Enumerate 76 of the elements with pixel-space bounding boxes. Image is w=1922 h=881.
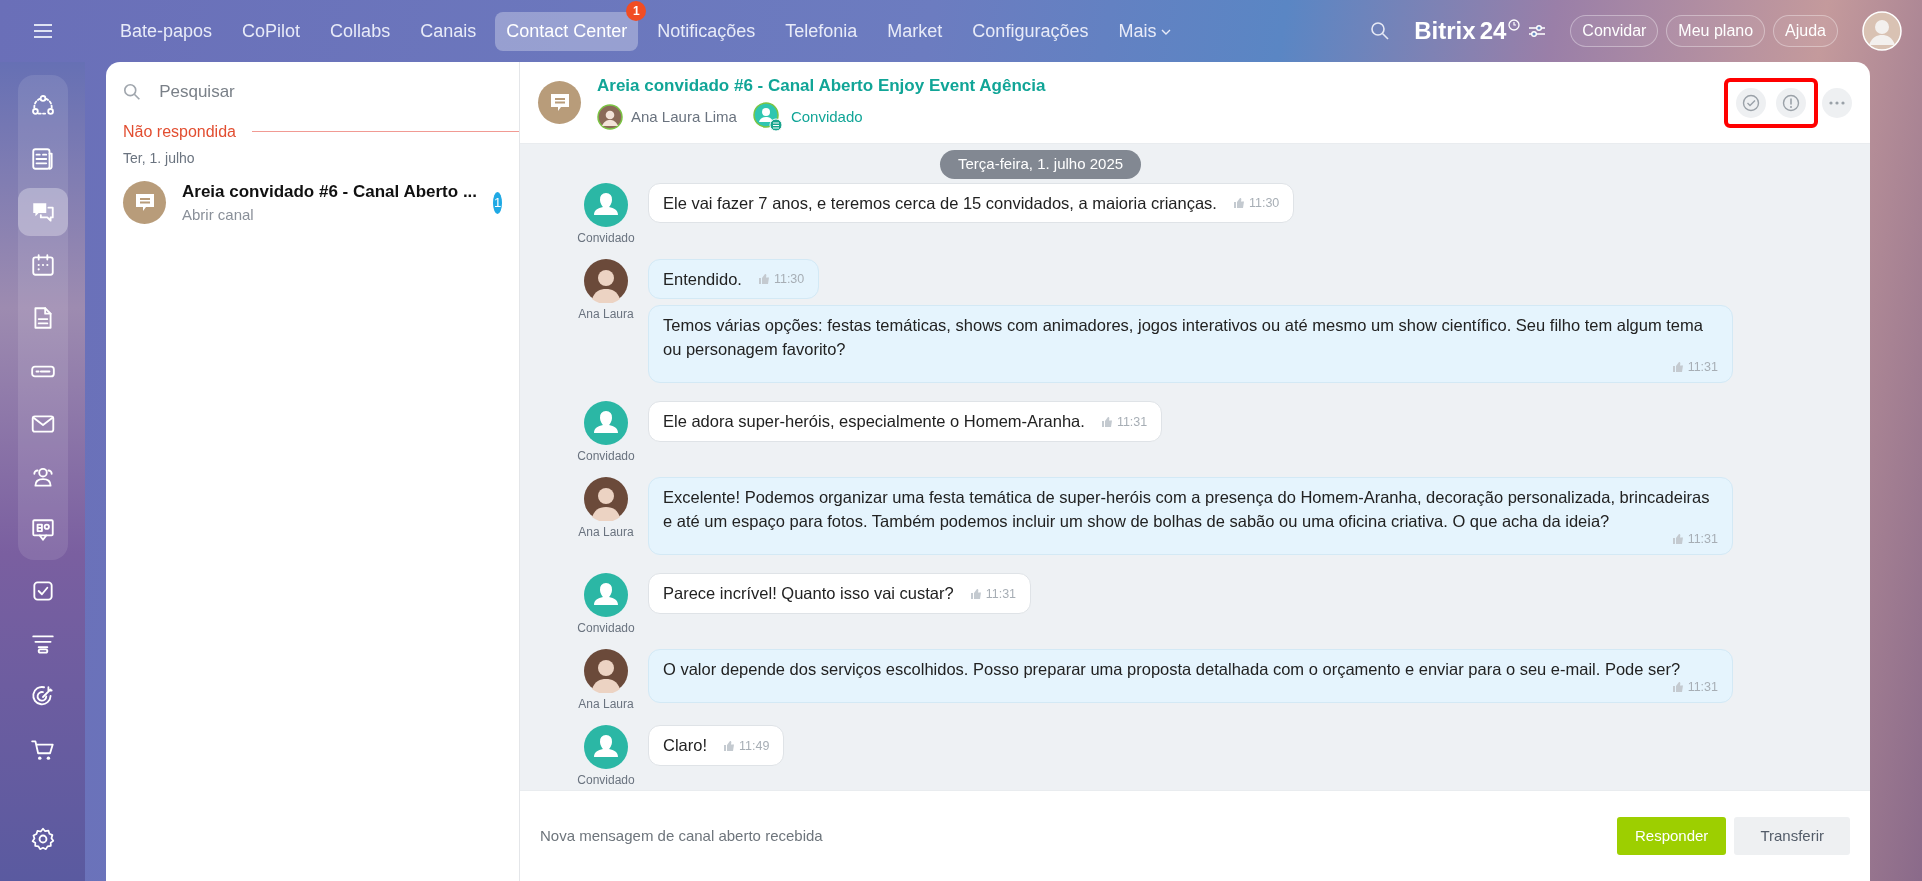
- message-text: Ele adora super-heróis, especialmente o Homem-Aranha.: [663, 411, 1085, 433]
- nav-tab[interactable]: Configurações: [961, 11, 1100, 51]
- message-text: Claro!: [663, 735, 707, 757]
- nav-tab[interactable]: Notificações: [646, 11, 767, 51]
- guest-avatar-icon: [584, 182, 628, 227]
- reply-button[interactable]: Responder: [1617, 816, 1727, 856]
- notification-badge: 1: [626, 0, 647, 21]
- chat-icon[interactable]: [17, 187, 68, 236]
- status-notice: Nova mensagem de canal aberto recebida: [540, 825, 823, 846]
- author-name: Ana Laura: [578, 305, 634, 323]
- unread-badge: 1: [493, 191, 502, 214]
- finish-dialog-icon[interactable]: [1736, 87, 1766, 118]
- settings-icon[interactable]: [1528, 23, 1547, 39]
- warning-icon[interactable]: [1776, 87, 1806, 118]
- guest-avatar-icon: [584, 401, 628, 446]
- search-icon[interactable]: [1370, 21, 1391, 41]
- message-text: O valor depende dos serviços escolhidos. Posso preparar uma proposta detalhada com o orçamento e enviar para o seu e-mail. Pode ser?: [663, 660, 1681, 679]
- clock-icon: [1508, 19, 1521, 31]
- message-text: Entendido.: [663, 268, 742, 290]
- guest-avatar-icon: [584, 725, 628, 770]
- message-text: Parece incrível! Quanto isso vai custar?: [663, 583, 954, 605]
- author-name: Ana Laura: [578, 524, 634, 542]
- message-text: Excelente! Podemos organizar uma festa temática de super-heróis com a presença do Homem-Aranha, decoração personalizada, brincadeiras e até um espaço para fotos. Também podemos incluir um show de bolhas de sabão ou uma oficina criativa. O que acha da ideia?: [663, 488, 1710, 531]
- like-icon[interactable]: [969, 588, 982, 601]
- header-button[interactable]: Convidar: [1570, 15, 1659, 47]
- author-name: Convidado: [577, 620, 635, 638]
- agent-avatar: [584, 649, 628, 694]
- nav-tab[interactable]: Collabs: [319, 11, 402, 51]
- message-time: 11:31: [985, 586, 1017, 603]
- date-pill: Terça-feira, 1. julho 2025: [940, 150, 1142, 179]
- chat-list-item[interactable]: Areia convidado #6 - Canal Aberto ... Abrir canal 1: [106, 172, 519, 233]
- chat-avatar-icon: [123, 181, 166, 224]
- chat-title[interactable]: Areia convidado #6 - Canal Aberto Enjoy Event Agência: [597, 72, 1046, 99]
- like-icon[interactable]: [1232, 197, 1245, 210]
- message-time: 11:31: [1687, 678, 1718, 696]
- nav-tab[interactable]: Bate-papos: [109, 11, 224, 51]
- nav-tab[interactable]: Canais: [409, 11, 488, 51]
- section-heading: Não respondida: [123, 121, 236, 142]
- user-avatar[interactable]: [1862, 11, 1902, 51]
- date-label: Ter, 1. julho: [122, 148, 196, 168]
- operator-avatar: [597, 104, 623, 131]
- message-time: 11:31: [1687, 531, 1718, 548]
- nav-tab[interactable]: Telefonia: [774, 11, 869, 51]
- operator-name: Ana Laura Lima: [631, 107, 737, 127]
- search-icon: [123, 81, 142, 102]
- message-text: Temos várias opções: festas temáticas, shows com animadores, jogos interativos ou até mesmo um show científico. Seu filho tem algum tema ou personagem favorito?: [663, 316, 1703, 359]
- message-time: 11:30: [773, 271, 805, 289]
- nav-tab[interactable]: CoPilot: [231, 11, 312, 51]
- message-time: 11:31: [1116, 414, 1148, 432]
- menu-icon[interactable]: [32, 23, 53, 39]
- more-icon[interactable]: [1822, 87, 1852, 118]
- logo-text: Bitrix: [1414, 16, 1476, 46]
- agent-avatar: [584, 477, 628, 522]
- guest-avatar-icon: [584, 573, 628, 618]
- author-name: Convidado: [577, 772, 635, 790]
- nav-tab[interactable]: Market: [876, 11, 954, 51]
- like-icon[interactable]: [1100, 416, 1113, 429]
- guest-avatar-icon: [752, 102, 783, 133]
- author-name: Ana Laura: [578, 696, 634, 714]
- nav-tab[interactable]: Mais: [1107, 11, 1184, 51]
- chat-preview: Abrir canal: [182, 205, 255, 225]
- transfer-button[interactable]: Transferir: [1734, 816, 1850, 856]
- chat-name: Areia convidado #6 - Canal Aberto ...: [182, 180, 478, 203]
- logo-number: 24: [1479, 16, 1507, 46]
- guest-name[interactable]: Convidado: [790, 106, 863, 129]
- header-button[interactable]: Ajuda: [1773, 15, 1838, 47]
- author-name: Convidado: [577, 229, 635, 247]
- chat-avatar-icon: [538, 81, 581, 124]
- author-name: Convidado: [577, 448, 635, 466]
- header-button[interactable]: Meu plano: [1666, 15, 1766, 47]
- message-time: 11:49: [739, 738, 770, 755]
- agent-avatar: [584, 258, 628, 303]
- message-time: 11:31: [1687, 359, 1718, 377]
- like-icon[interactable]: [723, 740, 735, 753]
- message-text: Ele vai fazer 7 anos, e teremos cerca de 15 convidados, a maioria crianças.: [663, 192, 1217, 214]
- message-time: 11:30: [1248, 195, 1280, 213]
